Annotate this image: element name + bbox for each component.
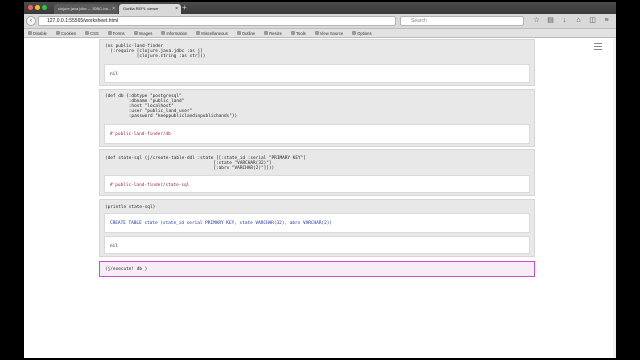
code-cell[interactable]: (ns public-land-finder (:require [clojur… bbox=[99, 39, 535, 86]
tab-label: clojure.java.jdbc -- JDBC-ba... bbox=[58, 6, 112, 11]
search-input[interactable]: Search bbox=[400, 16, 524, 26]
search-placeholder: Search bbox=[411, 18, 427, 24]
new-tab-button[interactable]: + bbox=[182, 3, 187, 13]
bookmark-icon bbox=[196, 31, 201, 35]
bookmark-label: Resize bbox=[269, 30, 282, 36]
bookmark-item[interactable]: View Source bbox=[314, 30, 344, 36]
home-icon[interactable]: ⌂ bbox=[574, 16, 583, 25]
code-input[interactable]: (println state-sql) bbox=[105, 205, 155, 210]
navigation-bar: ‹ 127.0.0.1:55565/worksheet.html Search … bbox=[24, 14, 616, 29]
tab-gorilla-repl[interactable]: Gorilla REPL viewer × bbox=[119, 4, 181, 14]
bookmark-label: Options bbox=[357, 30, 372, 36]
code-line: :password "keeppubliclandinpublichands"}… bbox=[105, 114, 238, 119]
toolbar-icons: ☆ ▤ ↓ ⌂ ◫ ≡ bbox=[532, 16, 611, 25]
download-icon[interactable]: ↓ bbox=[560, 16, 569, 25]
bookmark-icon bbox=[28, 31, 32, 35]
output-value: #'public-land-finder/db bbox=[110, 132, 171, 137]
bookmark-label: Forms bbox=[112, 30, 125, 36]
bookmark-item[interactable]: Disable bbox=[28, 31, 47, 36]
scrollbar[interactable] bbox=[613, 38, 616, 358]
hamburger-menu-icon[interactable] bbox=[594, 43, 602, 52]
bookmark-item[interactable]: Forms bbox=[107, 30, 125, 36]
bookmark-label: Outline bbox=[241, 30, 256, 36]
tab-clojure-jdbc[interactable]: clojure.java.jdbc -- JDBC-ba... × bbox=[54, 4, 118, 14]
bookmark-label: View Source bbox=[319, 30, 344, 36]
cell-output: #'public-land-finder/state-sql bbox=[104, 175, 530, 193]
bookmark-icon bbox=[55, 31, 60, 35]
url-input[interactable]: 127.0.0.1:55565/worksheet.html bbox=[38, 16, 396, 26]
close-tab-icon[interactable]: × bbox=[112, 4, 115, 14]
code-line: (j/execute! db ) bbox=[105, 267, 148, 272]
bookmark-item[interactable]: Tools bbox=[290, 30, 306, 36]
cell-output: nil bbox=[104, 64, 530, 83]
console-output: CREATE TABLE state (state_id serial PRIM… bbox=[104, 213, 530, 233]
worksheet: (ns public-land-finder (:require [clojur… bbox=[24, 38, 616, 358]
output-value: #'public-land-finder/state-sql bbox=[110, 183, 190, 188]
code-input[interactable]: (j/execute! db ) bbox=[105, 267, 147, 272]
back-button[interactable]: ‹ bbox=[26, 16, 36, 26]
bookmark-icon bbox=[314, 31, 319, 35]
close-window-icon[interactable] bbox=[28, 5, 33, 10]
bookmark-item[interactable]: Images bbox=[133, 30, 153, 36]
code-input[interactable]: (def db {:dbtype "postgresql" :dbname "p… bbox=[105, 94, 237, 119]
window-controls bbox=[28, 5, 47, 10]
bookmark-icon bbox=[236, 31, 241, 35]
code-line: [:abrv "VARCHAR(2)"]])) bbox=[105, 166, 275, 171]
bookmark-item[interactable]: Cookies bbox=[55, 30, 77, 36]
star-icon[interactable]: ☆ bbox=[532, 16, 541, 25]
maximize-window-icon[interactable] bbox=[42, 5, 47, 10]
pocket-icon[interactable]: ◫ bbox=[588, 16, 597, 25]
cell-output: nil bbox=[104, 236, 530, 254]
bookmark-icon bbox=[161, 31, 166, 35]
bookmark-item[interactable]: Resize bbox=[264, 31, 282, 36]
bookmark-label: Tools bbox=[295, 30, 306, 36]
bookmark-item[interactable]: Outline bbox=[236, 30, 256, 36]
code-line: [clojure.string :as str])) bbox=[105, 54, 206, 59]
console-text: CREATE TABLE state (state_id serial PRIM… bbox=[110, 221, 333, 226]
code-input[interactable]: (def state-sql (j/create-table-ddl :stat… bbox=[105, 156, 306, 171]
bookmark-item[interactable]: CSS bbox=[85, 31, 99, 36]
bookmark-icon bbox=[133, 31, 138, 35]
code-cell[interactable]: (println state-sql) CREATE TABLE state (… bbox=[99, 199, 535, 257]
tab-bar: clojure.java.jdbc -- JDBC-ba... × Gorill… bbox=[24, 2, 616, 14]
url-text: 127.0.0.1:55565/worksheet.html bbox=[47, 18, 119, 24]
bookmark-item[interactable]: Options bbox=[352, 30, 372, 36]
bookmark-label: Disable bbox=[33, 30, 47, 36]
bookmark-label: CSS bbox=[90, 30, 99, 36]
bookmark-label: Information bbox=[166, 30, 188, 36]
menu-icon[interactable]: ≡ bbox=[602, 16, 611, 25]
bookmark-icon bbox=[85, 31, 90, 35]
code-cell[interactable]: (def state-sql (j/create-table-ddl :stat… bbox=[99, 149, 535, 196]
bookmark-icon bbox=[107, 31, 112, 35]
output-value: nil bbox=[110, 244, 118, 249]
bookmark-label: Images bbox=[138, 30, 153, 36]
bookmark-icon bbox=[352, 31, 357, 35]
browser-window: clojure.java.jdbc -- JDBC-ba... × Gorill… bbox=[24, 2, 616, 358]
bookmarks-toolbar: Disable Cookies CSS Forms Images Informa… bbox=[24, 29, 616, 38]
minimize-window-icon[interactable] bbox=[35, 5, 40, 10]
code-input[interactable]: (ns public-land-finder (:require [clojur… bbox=[105, 44, 205, 59]
bookmark-label: Cookies bbox=[60, 30, 77, 36]
close-tab-icon[interactable]: × bbox=[175, 4, 178, 14]
cell-output: #'public-land-finder/db bbox=[104, 124, 530, 144]
bookmark-label: Miscellaneous bbox=[201, 30, 228, 36]
bookmark-icon bbox=[264, 31, 269, 35]
code-line: (println state-sql) bbox=[105, 205, 156, 210]
tab-label: Gorilla REPL viewer bbox=[123, 6, 159, 11]
reader-icon[interactable]: ▤ bbox=[546, 16, 555, 25]
bookmark-item[interactable]: Information bbox=[161, 31, 187, 36]
bookmark-item[interactable]: Miscellaneous bbox=[196, 31, 228, 36]
output-value: nil bbox=[110, 72, 118, 77]
bookmark-icon bbox=[290, 31, 295, 35]
active-code-cell[interactable]: (j/execute! db ) bbox=[99, 261, 535, 277]
code-cell[interactable]: (def db {:dbtype "postgresql" :dbname "p… bbox=[99, 89, 535, 147]
